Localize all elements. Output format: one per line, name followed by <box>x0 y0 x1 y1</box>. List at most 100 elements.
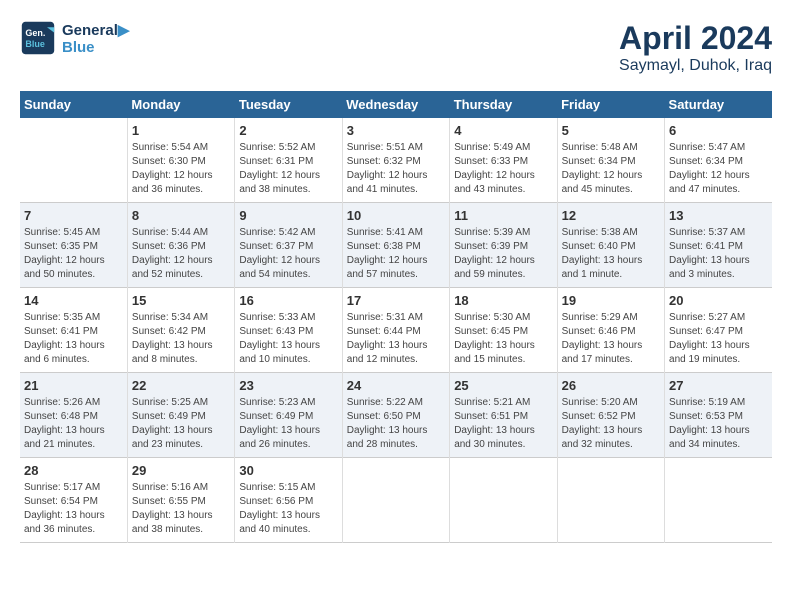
day-number: 10 <box>347 208 445 223</box>
day-number: 30 <box>239 463 337 478</box>
day-number: 21 <box>24 378 123 393</box>
calendar-cell <box>450 458 557 543</box>
logo-text: General▶ Blue <box>62 21 129 56</box>
weekday-header: Wednesday <box>342 91 449 118</box>
day-info: Sunrise: 5:42 AM Sunset: 6:37 PM Dayligh… <box>239 226 337 282</box>
calendar-cell: 23Sunrise: 5:23 AM Sunset: 6:49 PM Dayli… <box>235 373 342 458</box>
day-info: Sunrise: 5:21 AM Sunset: 6:51 PM Dayligh… <box>454 396 552 452</box>
calendar-cell: 4 Sunrise: 5:49 AM Sunset: 6:33 PM Daylig… <box>450 118 557 203</box>
day-info: Sunrise: 5:33 AM Sunset: 6:43 PM Dayligh… <box>239 311 337 367</box>
day-info: Sunrise: 5:17 AM Sunset: 6:54 PM Dayligh… <box>24 481 123 537</box>
calendar-cell <box>342 458 449 543</box>
day-number: 26 <box>562 378 660 393</box>
calendar-cell: 24 Sunrise: 5:22 AM Sunset: 6:50 PM Dayli… <box>342 373 449 458</box>
day-info: Sunrise: 5:54 AM Sunset: 6:30 PM Dayligh… <box>132 141 230 197</box>
calendar-cell <box>665 458 772 543</box>
week-row: 14 Sunrise: 5:35 AM Sunset: 6:41 PM Dayli… <box>20 288 772 373</box>
logo: Gen. Blue General▶ Blue <box>20 20 129 56</box>
day-info: Sunrise: 5:27 AM Sunset: 6:47 PM Dayligh… <box>669 311 768 367</box>
week-row: 7 Sunrise: 5:45 AM Sunset: 6:35 PM Daylig… <box>20 203 772 288</box>
day-info: Sunrise: 5:47 AM Sunset: 6:34 PM Dayligh… <box>669 141 768 197</box>
calendar-cell: 13 Sunrise: 5:37 AM Sunset: 6:41 PM Dayli… <box>665 203 772 288</box>
day-number: 14 <box>24 293 123 308</box>
calendar-cell: 14 Sunrise: 5:35 AM Sunset: 6:41 PM Dayli… <box>20 288 127 373</box>
calendar-cell: 21Sunrise: 5:26 AM Sunset: 6:48 PM Dayli… <box>20 373 127 458</box>
location-subtitle: Saymayl, Duhok, Iraq <box>619 57 772 75</box>
day-number: 24 <box>347 378 445 393</box>
calendar-cell <box>557 458 664 543</box>
day-info: Sunrise: 5:49 AM Sunset: 6:33 PM Dayligh… <box>454 141 552 197</box>
svg-text:Gen.: Gen. <box>25 28 45 38</box>
weekday-header: Friday <box>557 91 664 118</box>
day-number: 28 <box>24 463 123 478</box>
calendar-cell: 9 Sunrise: 5:42 AM Sunset: 6:37 PM Daylig… <box>235 203 342 288</box>
day-info: Sunrise: 5:45 AM Sunset: 6:35 PM Dayligh… <box>24 226 123 282</box>
day-number: 8 <box>132 208 230 223</box>
month-title: April 2024 <box>619 20 772 57</box>
day-number: 13 <box>669 208 768 223</box>
day-info: Sunrise: 5:22 AM Sunset: 6:50 PM Dayligh… <box>347 396 445 452</box>
day-number: 27 <box>669 378 768 393</box>
day-number: 16 <box>239 293 337 308</box>
calendar-cell: 3 Sunrise: 5:51 AM Sunset: 6:32 PM Daylig… <box>342 118 449 203</box>
day-number: 1 <box>132 123 230 138</box>
calendar-cell: 18 Sunrise: 5:30 AM Sunset: 6:45 PM Dayli… <box>450 288 557 373</box>
day-info: Sunrise: 5:15 AM Sunset: 6:56 PM Dayligh… <box>239 481 337 537</box>
calendar-cell: 7 Sunrise: 5:45 AM Sunset: 6:35 PM Daylig… <box>20 203 127 288</box>
day-info: Sunrise: 5:38 AM Sunset: 6:40 PM Dayligh… <box>562 226 660 282</box>
calendar-cell: 16 Sunrise: 5:33 AM Sunset: 6:43 PM Dayli… <box>235 288 342 373</box>
day-number: 18 <box>454 293 552 308</box>
day-number: 23 <box>239 378 337 393</box>
weekday-header: Monday <box>127 91 234 118</box>
day-number: 22 <box>132 378 230 393</box>
day-number: 9 <box>239 208 337 223</box>
day-number: 7 <box>24 208 123 223</box>
weekday-header: Sunday <box>20 91 127 118</box>
svg-text:Blue: Blue <box>25 39 45 49</box>
day-number: 6 <box>669 123 768 138</box>
calendar-cell: 17 Sunrise: 5:31 AM Sunset: 6:44 PM Dayli… <box>342 288 449 373</box>
page-header: Gen. Blue General▶ Blue April 2024 Sayma… <box>20 20 772 75</box>
day-info: Sunrise: 5:29 AM Sunset: 6:46 PM Dayligh… <box>562 311 660 367</box>
calendar-cell: 6 Sunrise: 5:47 AM Sunset: 6:34 PM Daylig… <box>665 118 772 203</box>
calendar-cell: 27 Sunrise: 5:19 AM Sunset: 6:53 PM Dayli… <box>665 373 772 458</box>
day-number: 5 <box>562 123 660 138</box>
day-info: Sunrise: 5:48 AM Sunset: 6:34 PM Dayligh… <box>562 141 660 197</box>
calendar-cell: 5 Sunrise: 5:48 AM Sunset: 6:34 PM Daylig… <box>557 118 664 203</box>
day-info: Sunrise: 5:30 AM Sunset: 6:45 PM Dayligh… <box>454 311 552 367</box>
calendar-cell: 10Sunrise: 5:41 AM Sunset: 6:38 PM Dayli… <box>342 203 449 288</box>
day-info: Sunrise: 5:19 AM Sunset: 6:53 PM Dayligh… <box>669 396 768 452</box>
day-number: 19 <box>562 293 660 308</box>
day-info: Sunrise: 5:31 AM Sunset: 6:44 PM Dayligh… <box>347 311 445 367</box>
week-row: 1 Sunrise: 5:54 AM Sunset: 6:30 PM Daylig… <box>20 118 772 203</box>
calendar-cell: 29Sunrise: 5:16 AM Sunset: 6:55 PM Dayli… <box>127 458 234 543</box>
calendar-cell: 2 Sunrise: 5:52 AM Sunset: 6:31 PM Daylig… <box>235 118 342 203</box>
day-info: Sunrise: 5:51 AM Sunset: 6:32 PM Dayligh… <box>347 141 445 197</box>
day-info: Sunrise: 5:52 AM Sunset: 6:31 PM Dayligh… <box>239 141 337 197</box>
calendar-cell: 28 Sunrise: 5:17 AM Sunset: 6:54 PM Dayli… <box>20 458 127 543</box>
day-info: Sunrise: 5:25 AM Sunset: 6:49 PM Dayligh… <box>132 396 230 452</box>
calendar-cell: 26 Sunrise: 5:20 AM Sunset: 6:52 PM Dayli… <box>557 373 664 458</box>
day-number: 2 <box>239 123 337 138</box>
calendar-cell: 25 Sunrise: 5:21 AM Sunset: 6:51 PM Dayli… <box>450 373 557 458</box>
day-info: Sunrise: 5:34 AM Sunset: 6:42 PM Dayligh… <box>132 311 230 367</box>
day-info: Sunrise: 5:44 AM Sunset: 6:36 PM Dayligh… <box>132 226 230 282</box>
day-number: 25 <box>454 378 552 393</box>
calendar-cell: 22 Sunrise: 5:25 AM Sunset: 6:49 PM Dayli… <box>127 373 234 458</box>
day-number: 11 <box>454 208 552 223</box>
weekday-header: Tuesday <box>235 91 342 118</box>
calendar-cell: 12Sunrise: 5:38 AM Sunset: 6:40 PM Dayli… <box>557 203 664 288</box>
weekday-header-row: SundayMondayTuesdayWednesdayThursdayFrid… <box>20 91 772 118</box>
day-info: Sunrise: 5:20 AM Sunset: 6:52 PM Dayligh… <box>562 396 660 452</box>
day-info: Sunrise: 5:35 AM Sunset: 6:41 PM Dayligh… <box>24 311 123 367</box>
day-number: 3 <box>347 123 445 138</box>
day-number: 17 <box>347 293 445 308</box>
logo-icon: Gen. Blue <box>20 20 56 56</box>
calendar-cell <box>20 118 127 203</box>
day-info: Sunrise: 5:39 AM Sunset: 6:39 PM Dayligh… <box>454 226 552 282</box>
calendar-cell: 1 Sunrise: 5:54 AM Sunset: 6:30 PM Daylig… <box>127 118 234 203</box>
day-number: 29 <box>132 463 230 478</box>
day-number: 4 <box>454 123 552 138</box>
day-info: Sunrise: 5:37 AM Sunset: 6:41 PM Dayligh… <box>669 226 768 282</box>
day-number: 20 <box>669 293 768 308</box>
